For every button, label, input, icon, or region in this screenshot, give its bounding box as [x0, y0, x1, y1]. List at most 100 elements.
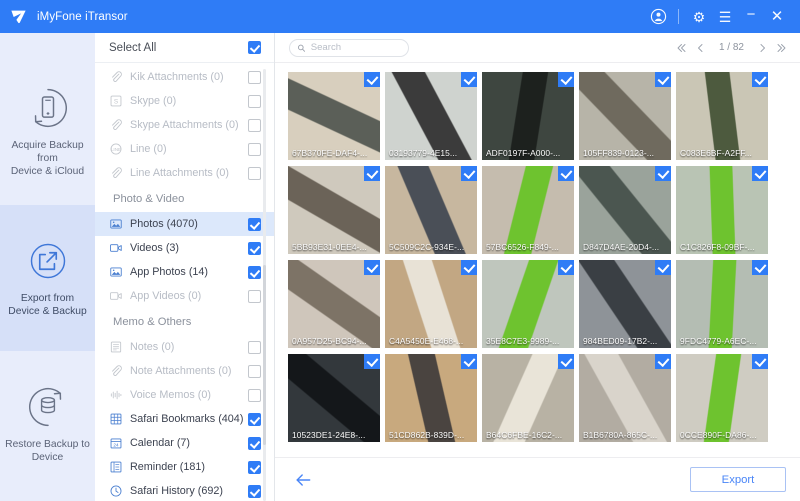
thumbnail-item[interactable]: C083E6BF-A2FF... [676, 72, 768, 160]
category-row[interactable]: Photos (4070) [95, 212, 274, 236]
category-row-checkbox[interactable] [248, 166, 261, 180]
category-row-checkbox[interactable] [248, 412, 261, 426]
category-row-checkbox[interactable] [248, 142, 261, 156]
thumbnail-checkbox[interactable] [558, 166, 574, 181]
category-row[interactable]: LINE Line (0) [95, 137, 274, 161]
rail-item-acquire-backup[interactable]: Acquire Backup from Device & iCloud [0, 59, 95, 205]
thumbnail-checkbox[interactable] [558, 260, 574, 275]
category-row[interactable]: Skype Attachments (0) [95, 113, 274, 137]
thumbnail-caption: 0A957D25-BC94-... [292, 336, 367, 346]
category-row[interactable]: App Videos (0) [95, 284, 274, 308]
category-row[interactable]: Note Attachments (0) [95, 359, 274, 383]
close-button[interactable]: ✕ [764, 4, 790, 30]
rail-item-export[interactable]: Export from Device & Backup [0, 205, 95, 351]
category-row[interactable]: Reminder (181) [95, 455, 274, 479]
thumbnail-checkbox[interactable] [558, 72, 574, 87]
thumbnail-checkbox[interactable] [752, 354, 768, 369]
category-row-checkbox[interactable] [248, 460, 261, 474]
category-row-checkbox[interactable] [248, 118, 261, 132]
thumbnail-item[interactable]: 5BB93E31-0EE4-... [288, 166, 380, 254]
thumbnail-caption: B1B6780A-865C-... [583, 430, 658, 440]
thumbnail-item[interactable]: D847D4AE-20D4-... [579, 166, 671, 254]
search-box[interactable] [289, 38, 409, 57]
next-page-button[interactable] [754, 38, 771, 58]
menu-icon[interactable]: ☰ [712, 4, 738, 30]
thumbnail-checkbox[interactable] [752, 260, 768, 275]
thumbnail-item[interactable]: B1B6780A-865C-... [579, 354, 671, 442]
prev-page-button[interactable] [692, 38, 709, 58]
sidebar-scrollbar[interactable] [263, 69, 266, 501]
thumbnail-checkbox[interactable] [558, 354, 574, 369]
thumbnail-grid: 67B370FE-DAF4-... 03193779-4E15... ADF0197… [288, 72, 800, 442]
category-row-checkbox[interactable] [248, 484, 261, 498]
thumbnail-checkbox[interactable] [655, 354, 671, 369]
category-row-checkbox[interactable] [248, 265, 261, 279]
category-row[interactable]: Safari Bookmarks (404) [95, 407, 274, 431]
thumbnail-item[interactable]: 0CCE890F-DA86-... [676, 354, 768, 442]
category-row-checkbox[interactable] [248, 241, 261, 255]
gear-icon[interactable]: ⚙ [686, 4, 712, 30]
category-row[interactable]: Safari History (692) [95, 479, 274, 501]
thumbnail-checkbox[interactable] [364, 166, 380, 181]
category-row-checkbox[interactable] [248, 217, 261, 231]
thumbnail-checkbox[interactable] [461, 260, 477, 275]
sidebar-scrollbar-thumb[interactable] [263, 265, 266, 445]
thumbnail-checkbox[interactable] [655, 166, 671, 181]
thumbnail-item[interactable]: B64C6FBE-16C2-... [482, 354, 574, 442]
rail-item-restore-backup[interactable]: Restore Backup to Device [0, 351, 95, 497]
category-row[interactable]: App Photos (14) [95, 260, 274, 284]
thumbnail-item[interactable]: 5C509C2C-934E-... [385, 166, 477, 254]
select-all-checkbox[interactable] [248, 41, 261, 54]
category-row-checkbox[interactable] [248, 364, 261, 378]
account-icon[interactable] [645, 4, 671, 30]
thumbnail-item[interactable]: 51CD862B-839D-... [385, 354, 477, 442]
thumbnail-checkbox[interactable] [364, 354, 380, 369]
category-row-checkbox[interactable] [248, 436, 261, 450]
thumbnail-item[interactable]: 984BED09-17B2-... [579, 260, 671, 348]
category-row[interactable]: 24 Calendar (7) [95, 431, 274, 455]
category-row[interactable]: Voice Memos (0) [95, 383, 274, 407]
thumbnail-checkbox[interactable] [655, 72, 671, 87]
thumbnail-item[interactable]: 57BC6526-F849-... [482, 166, 574, 254]
thumbnail-checkbox[interactable] [364, 260, 380, 275]
select-all-row[interactable]: Select All [95, 33, 274, 63]
thumbnail-item[interactable]: 35E8C7E3-9989-... [482, 260, 574, 348]
chevron-right-icon [760, 43, 765, 52]
category-row[interactable]: Line Attachments (0) [95, 161, 274, 185]
category-row-checkbox[interactable] [248, 70, 261, 84]
category-row[interactable]: S Skype (0) [95, 89, 274, 113]
thumbnail-checkbox[interactable] [461, 166, 477, 181]
history-icon [110, 485, 122, 497]
minimize-button[interactable]: − [738, 4, 764, 30]
thumbnail-item[interactable]: 10523DE1-24E8-... [288, 354, 380, 442]
category-row-checkbox[interactable] [248, 340, 261, 354]
thumbnail-checkbox[interactable] [461, 72, 477, 87]
category-row[interactable]: Notes (0) [95, 335, 274, 359]
thumbnail-item[interactable]: C1C826F8-09BF-... [676, 166, 768, 254]
search-input[interactable] [310, 42, 401, 53]
thumbnail-checkbox[interactable] [461, 354, 477, 369]
category-row-checkbox[interactable] [248, 289, 261, 303]
thumbnail-item[interactable]: 9FDC4779-A6EC-... [676, 260, 768, 348]
back-button[interactable] [293, 470, 313, 490]
thumbnail-item[interactable]: ADF0197F-A000-... [482, 72, 574, 160]
thumbnail-item[interactable]: C4A5450E-E468-... [385, 260, 477, 348]
category-row-checkbox[interactable] [248, 388, 261, 402]
category-row-checkbox[interactable] [248, 94, 261, 108]
paperclip-icon [112, 119, 122, 130]
thumbnail-checkbox[interactable] [364, 72, 380, 87]
thumbnail-item[interactable]: 03193779-4E15... [385, 72, 477, 160]
thumbnail-checkbox[interactable] [655, 260, 671, 275]
thumbnail-item[interactable]: 67B370FE-DAF4-... [288, 72, 380, 160]
category-row[interactable]: Videos (3) [95, 236, 274, 260]
back-arrow-icon [296, 473, 311, 486]
thumbnail-item[interactable]: 0A957D25-BC94-... [288, 260, 380, 348]
thumbnail-checkbox[interactable] [752, 166, 768, 181]
category-row[interactable]: Kik Attachments (0) [95, 65, 274, 89]
last-page-button[interactable] [773, 38, 790, 58]
thumbnail-item[interactable]: 105FF839-0123-... [579, 72, 671, 160]
export-button[interactable]: Export [690, 467, 786, 492]
first-page-button[interactable] [673, 38, 690, 58]
thumbnail-checkbox[interactable] [752, 72, 768, 87]
thumbnail-grid-area: 67B370FE-DAF4-... 03193779-4E15... ADF0197… [275, 63, 800, 457]
